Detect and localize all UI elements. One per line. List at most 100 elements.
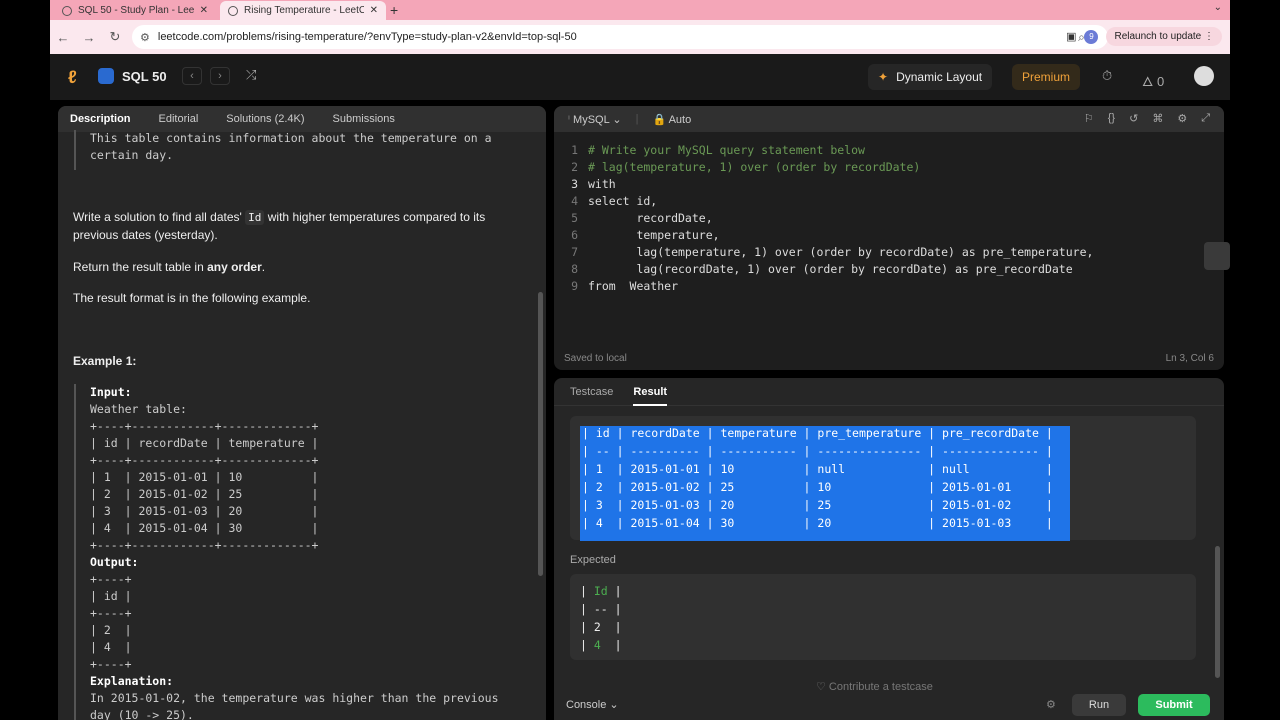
address-bar-row: ← → ↻ ⚙ leetcode.com/problems/rising-tem… <box>50 20 1230 54</box>
code-line: 1 # Write your MySQL query statement belo… <box>571 143 865 157</box>
new-tab-icon[interactable]: + <box>390 2 398 18</box>
study-plan-title[interactable]: SQL 50 <box>122 69 167 84</box>
browser-tab-bar: SQL 50 - Study Plan - LeetCo ✕ Rising Te… <box>50 0 1230 20</box>
output-label: Output: <box>90 555 139 569</box>
submit-button[interactable]: Submit <box>1138 694 1210 716</box>
next-problem-button[interactable]: › <box>210 67 230 85</box>
close-tab-icon[interactable]: ✕ <box>370 5 378 16</box>
format-braces-icon[interactable]: {} <box>1108 112 1115 125</box>
code-line: 4 select id, <box>571 194 658 208</box>
table-description-block: This table contains information about th… <box>74 130 522 170</box>
expected-row: | -- | <box>580 602 622 616</box>
debug-icon[interactable]: ⚙ <box>1046 698 1056 711</box>
run-button[interactable]: Run <box>1072 694 1126 716</box>
notes-icon[interactable] <box>1204 242 1230 270</box>
back-icon[interactable]: ← <box>50 30 76 45</box>
expected-box: | Id | | -- | | 2 | | 4 | <box>570 574 1196 660</box>
url-text: leetcode.com/problems/rising-temperature… <box>157 31 577 43</box>
cursor-position: Ln 3, Col 6 <box>1165 353 1214 364</box>
problem-statement: Write a solution to find all dates' Id w… <box>73 210 486 225</box>
example-title: Example 1: <box>73 354 137 368</box>
settings-gear-icon[interactable]: ⚙ <box>1177 112 1187 125</box>
description-panel: Description Editorial Solutions (2.4K) S… <box>58 106 546 720</box>
favicon-icon <box>228 5 238 16</box>
output-row: | 2 | 2015-01-02 | 25 | 10 | 2015-01-01 … <box>582 480 1053 494</box>
code-line: 5 recordDate, <box>571 211 713 225</box>
sparkle-icon: ✦ <box>878 70 889 84</box>
forward-icon[interactable]: → <box>76 30 102 45</box>
streak-count: 0 <box>1156 74 1165 89</box>
browser-tab[interactable]: SQL 50 - Study Plan - LeetCo ✕ <box>54 1 216 20</box>
browser-tab-active[interactable]: Rising Temperature - LeetCo ✕ <box>220 1 386 20</box>
tab-solutions[interactable]: Solutions (2.4K) <box>226 113 304 125</box>
premium-label: Premium <box>1022 70 1071 84</box>
example-block: Input: Weather table: +----+------------… <box>74 384 522 720</box>
weather-label: Weather table: <box>90 402 187 416</box>
bookmark-icon[interactable]: ⚐ <box>1084 112 1094 125</box>
leetcode-header: ℓ SQL 50 ‹ › ⤮ ✦ Dynamic Layout Premium … <box>50 54 1230 100</box>
input-label: Input: <box>90 385 132 399</box>
language-select[interactable]: ⁱ MySQL ⌄ <box>568 113 622 126</box>
auto-mode-toggle[interactable]: 🔒 Auto <box>652 113 691 126</box>
action-bar: Console ⌄ ⚙ Run Submit <box>554 690 1224 720</box>
tab-title: Rising Temperature - LeetCo <box>244 5 364 16</box>
expected-label: Expected <box>570 554 616 566</box>
problem-statement-cont: previous dates (yesterday). <box>73 228 218 242</box>
code-area[interactable]: 1 # Write your MySQL query statement belo… <box>554 142 1224 295</box>
reload-icon[interactable]: ↻ <box>102 29 128 45</box>
tab-description[interactable]: Description <box>70 113 131 125</box>
description-tabs: Description Editorial Solutions (2.4K) S… <box>58 106 546 132</box>
prev-problem-button[interactable]: ‹ <box>182 67 202 85</box>
site-settings-icon[interactable]: ⚙ <box>140 31 150 44</box>
premium-button[interactable]: Premium <box>1012 64 1081 90</box>
code-editor-panel: ⁱ MySQL ⌄ | 🔒 Auto ⚐ {} ↺ ⌘ ⚙ ⤢ 1 # Write… <box>554 106 1224 370</box>
expected-row: | 2 | <box>580 620 622 634</box>
editor-actions: ⚐ {} ↺ ⌘ ⚙ ⤢ <box>1084 112 1210 125</box>
code-line: 9 from Weather <box>571 279 679 293</box>
output-row: | id | recordDate | temperature | pre_te… <box>582 426 1053 440</box>
streak-flame-icon[interactable]: 🜂 0 <box>1142 68 1164 94</box>
code-line: 8 lag(recordDate, 1) over (order by reco… <box>571 262 1073 276</box>
favicon-icon <box>62 5 72 16</box>
relaunch-button[interactable]: Relaunch to update ⋮ <box>1106 27 1222 46</box>
result-scrollbar[interactable] <box>1215 546 1220 678</box>
result-tabs: Testcase Result <box>554 378 1224 406</box>
reset-icon[interactable]: ↺ <box>1129 112 1138 125</box>
url-field[interactable]: ⚙ leetcode.com/problems/rising-temperatu… <box>132 25 1108 49</box>
dynamic-layout-label: Dynamic Layout <box>896 70 983 84</box>
output-row: | 3 | 2015-01-03 | 20 | 25 | 2015-01-02 … <box>582 498 1053 512</box>
result-order-text: Return the result table in any order. <box>73 260 266 274</box>
saved-status: Saved to local <box>564 353 627 364</box>
editor-toolbar: ⁱ MySQL ⌄ | 🔒 Auto ⚐ {} ↺ ⌘ ⚙ ⤢ <box>554 106 1224 132</box>
tab-title: SQL 50 - Study Plan - LeetCo <box>78 5 194 16</box>
description-scrollbar[interactable] <box>538 292 543 576</box>
output-box: | id | recordDate | temperature | pre_te… <box>570 416 1196 541</box>
expand-icon[interactable]: ⤢ <box>1201 112 1210 125</box>
tab-result[interactable]: Result <box>633 386 668 406</box>
output-row: | 4 | 2015-01-04 | 30 | 20 | 2015-01-03 … <box>582 516 1053 530</box>
study-plan-icon <box>98 68 114 84</box>
shuffle-icon[interactable]: ⤮ <box>246 67 256 83</box>
code-line: 3 with <box>571 177 616 191</box>
sidepanel-icon[interactable]: ▣ <box>1066 30 1076 43</box>
user-avatar[interactable] <box>1194 66 1214 86</box>
result-panel: Testcase Result | id | recordDate | temp… <box>554 378 1224 720</box>
result-format-text: The result format is in the following ex… <box>73 291 311 305</box>
chevron-down-icon[interactable]: ⌄ <box>1214 2 1222 13</box>
profile-avatar[interactable]: 9 <box>1084 29 1099 44</box>
shortcut-icon[interactable]: ⌘ <box>1152 112 1163 125</box>
expected-row: | 4 | <box>580 638 622 652</box>
lock-icon: 🔒 <box>652 113 667 126</box>
dynamic-layout-button[interactable]: ✦ Dynamic Layout <box>868 64 993 90</box>
output-row: | -- | ---------- | ----------- | ------… <box>582 444 1053 458</box>
output-row: | 1 | 2015-01-01 | 10 | null | null | <box>582 462 1053 476</box>
tab-submissions[interactable]: Submissions <box>333 113 395 125</box>
tab-editorial[interactable]: Editorial <box>159 113 199 125</box>
console-toggle[interactable]: Console ⌄ <box>566 698 619 711</box>
tab-testcase[interactable]: Testcase <box>570 386 613 398</box>
timer-icon[interactable]: ⏱ <box>1102 68 1112 84</box>
leetcode-logo-icon[interactable]: ℓ <box>68 67 77 88</box>
inline-code: Id <box>245 210 265 225</box>
code-line: 7 lag(temperature, 1) over (order by rec… <box>571 245 1094 259</box>
close-tab-icon[interactable]: ✕ <box>200 5 208 16</box>
